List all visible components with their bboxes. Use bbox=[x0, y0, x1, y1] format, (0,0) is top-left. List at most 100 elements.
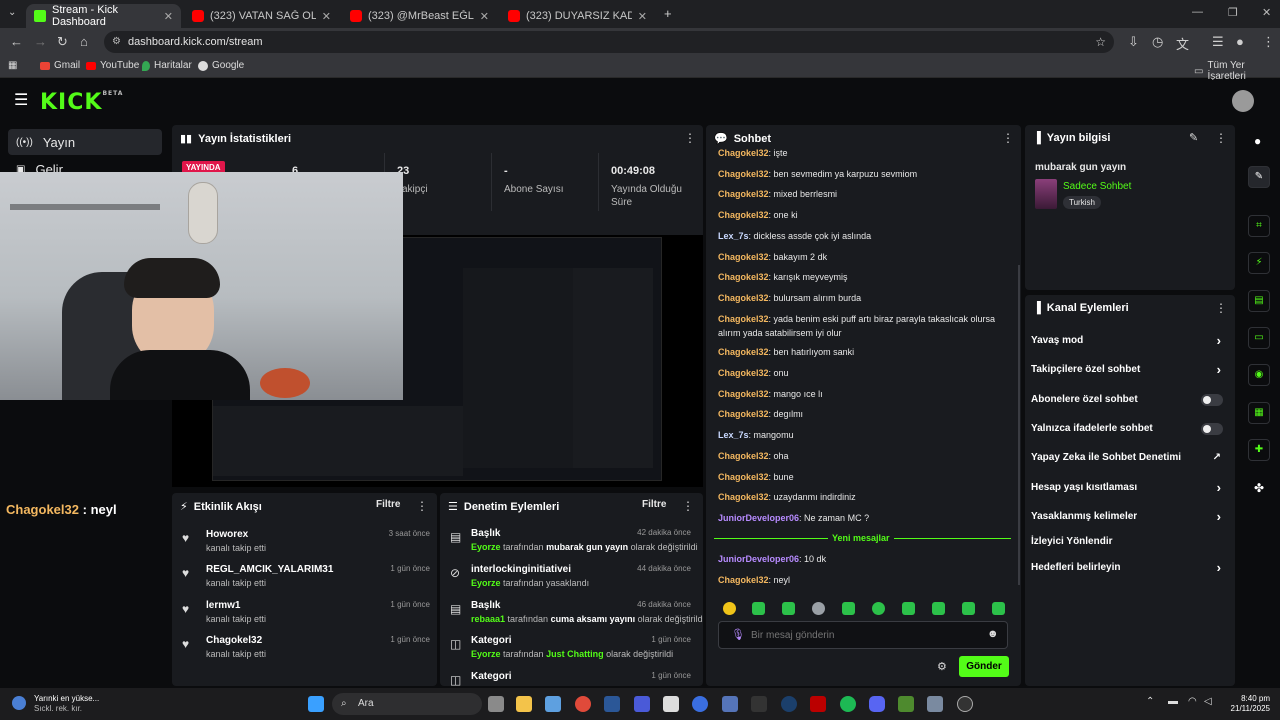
new-tab-icon[interactable]: + bbox=[664, 6, 672, 21]
chat-message[interactable]: JuniorDeveloper06: 10 dk bbox=[718, 554, 826, 564]
action-set-goals[interactable]: Hedefleri belirleyin › bbox=[1031, 560, 1225, 582]
chat-username[interactable]: Chagokel32 bbox=[718, 492, 769, 502]
filter-button[interactable]: Filtre bbox=[642, 499, 666, 510]
system-clock[interactable]: 8:40 pm 21/11/2025 bbox=[1226, 694, 1270, 714]
chat-message[interactable]: Chagokel32: yada benim eski puff artı bi… bbox=[718, 314, 995, 338]
action-account-age[interactable]: Hesap yaşı kısıtlaması › bbox=[1031, 480, 1225, 502]
emote-icon[interactable] bbox=[962, 602, 975, 615]
chat-message[interactable]: Chagokel32: karışık meyveymiş bbox=[718, 272, 848, 282]
chat-message[interactable]: Chagokel32: uzaydanmı indirdiniz bbox=[718, 492, 856, 502]
reload-icon[interactable]: ↻ bbox=[57, 34, 68, 50]
chat-message[interactable]: Chagokel32: ben hatırlıyom sanki bbox=[718, 347, 854, 357]
chat-username[interactable]: Lex_7s bbox=[718, 231, 749, 241]
close-tab-icon[interactable]: ✕ bbox=[638, 10, 647, 23]
tab-youtube-1[interactable]: (323) VATAN SAĞ OLSUN | Ma... ✕ bbox=[184, 4, 339, 28]
more-options-icon[interactable]: ⋮ bbox=[1002, 131, 1014, 145]
close-tab-icon[interactable]: ✕ bbox=[322, 10, 331, 23]
tray-chevron-icon[interactable]: ⌃ bbox=[1146, 696, 1154, 707]
obs-icon[interactable] bbox=[957, 696, 973, 712]
category-name[interactable]: Sadece Sohbet bbox=[1063, 181, 1131, 192]
word-icon[interactable] bbox=[604, 696, 620, 712]
chat-username[interactable]: Chagokel32 bbox=[718, 169, 769, 179]
send-button[interactable]: Gönder bbox=[959, 656, 1009, 677]
volume-icon[interactable]: ◁ bbox=[1204, 696, 1212, 707]
bookmark-google[interactable]: Google bbox=[198, 60, 244, 71]
chat-username[interactable]: JuniorDeveloper06 bbox=[718, 554, 799, 564]
bookmark-youtube[interactable]: YouTube bbox=[86, 60, 139, 71]
edit-layout-icon[interactable]: ✎ bbox=[1248, 166, 1270, 188]
chat-message[interactable]: Chagokel32: ben sevmedim ya karpuzu sevm… bbox=[718, 169, 917, 179]
emote-icon[interactable] bbox=[752, 602, 765, 615]
moderation-item[interactable]: ◫ Kategori 1 gün önce bbox=[448, 671, 691, 686]
chrome-icon[interactable] bbox=[575, 696, 591, 712]
downloads-icon[interactable]: ⇩ bbox=[1128, 34, 1139, 50]
chat-scrollbar[interactable] bbox=[1018, 265, 1020, 585]
forward-icon[interactable]: → bbox=[34, 34, 47, 49]
chat-message[interactable]: Chagokel32: mixed berrlesmi bbox=[718, 189, 837, 199]
edit-pencil-icon[interactable]: ✎ bbox=[1189, 131, 1198, 144]
more-options-icon[interactable]: ⋮ bbox=[416, 499, 428, 513]
chat-message[interactable]: Lex_7s: mangomu bbox=[718, 430, 794, 440]
crop-icon[interactable]: ⌗ bbox=[1248, 215, 1270, 237]
all-bookmarks[interactable]: ▭ Tüm Yer İşaretleri bbox=[1194, 60, 1280, 82]
chat-message[interactable]: Chagokel32: bune bbox=[718, 472, 794, 482]
moderation-item[interactable]: ▤ Başlık 42 dakika önce Eyorze tarafından m… bbox=[448, 528, 698, 560]
profile-icon[interactable]: ● bbox=[1236, 34, 1244, 49]
sidebar-item-yayin[interactable]: ((•)) Yayın bbox=[8, 129, 162, 155]
chat-username[interactable]: Chagokel32 bbox=[718, 210, 769, 220]
chat-username[interactable]: Chagokel32 bbox=[718, 252, 769, 262]
chat-username[interactable]: Chagokel32 bbox=[718, 347, 769, 357]
chat-message[interactable]: Chagokel32: işte bbox=[718, 148, 788, 158]
minecraft-icon[interactable] bbox=[898, 696, 914, 712]
network-icon[interactable]: ▬ bbox=[1168, 696, 1178, 707]
more-options-icon[interactable]: ⋮ bbox=[682, 499, 694, 513]
subscribers-only-toggle[interactable] bbox=[1201, 394, 1223, 406]
tab-kick-dashboard[interactable]: Stream - Kick Dashboard ✕ bbox=[26, 4, 181, 28]
translate-icon[interactable]: 文 bbox=[1176, 34, 1189, 53]
emote-icon[interactable] bbox=[842, 602, 855, 615]
chat-username[interactable]: Chagokel32 bbox=[718, 189, 769, 199]
home-icon[interactable]: ⌂ bbox=[80, 34, 88, 49]
chat-message[interactable]: Chagokel32: oha bbox=[718, 451, 789, 461]
epic-games-icon[interactable] bbox=[751, 696, 767, 712]
chat-username[interactable]: JuniorDeveloper06 bbox=[718, 513, 799, 523]
moderation-item[interactable]: ⊘ interlockinginitiativei 44 dakika önce Ey… bbox=[448, 564, 691, 596]
app-icon[interactable] bbox=[927, 696, 943, 712]
chat-message[interactable]: Chagokel32: bakayım 2 dk bbox=[718, 252, 827, 262]
action-raid[interactable]: İzleyici Yönlendir bbox=[1031, 536, 1225, 556]
maximize-icon[interactable]: ❐ bbox=[1228, 6, 1238, 19]
action-emotes-only[interactable]: Yalnızca ifadelerle sohbet bbox=[1031, 423, 1225, 443]
start-icon[interactable] bbox=[308, 696, 324, 712]
microphone-icon[interactable]: 🎙 bbox=[731, 628, 745, 641]
emote-icon[interactable] bbox=[932, 602, 945, 615]
emote-icon[interactable] bbox=[992, 602, 1005, 615]
chat-username[interactable]: Chagokel32 bbox=[718, 409, 769, 419]
kick-logo[interactable]: KICKBETA bbox=[40, 90, 123, 115]
history-icon[interactable]: ◷ bbox=[1152, 34, 1163, 50]
action-subscribers-only[interactable]: Abonelere özel sohbet bbox=[1031, 394, 1225, 414]
chat-icon[interactable]: ▭ bbox=[1248, 327, 1270, 349]
chat-username[interactable]: Chagokel32 bbox=[718, 451, 769, 461]
tab-search-icon[interactable]: ⌄ bbox=[8, 7, 16, 18]
activity-item[interactable]: ♥ REGL_AMCIK_YALARIM31 kanalı takip etti 1 … bbox=[180, 564, 430, 596]
discord-icon[interactable] bbox=[869, 696, 885, 712]
activity-item[interactable]: ♥ Howorex kanalı takip etti 3 saat önce bbox=[180, 529, 430, 561]
bookmark-maps[interactable]: Haritalar bbox=[142, 60, 192, 71]
broadcast-icon[interactable]: ◉ bbox=[1248, 364, 1270, 386]
chat-username[interactable]: Chagokel32 bbox=[718, 314, 769, 324]
chat-input[interactable] bbox=[751, 627, 971, 643]
menu-icon[interactable]: ⋮ bbox=[1262, 34, 1275, 50]
lightning-icon[interactable]: ⚡ bbox=[1248, 252, 1270, 274]
back-icon[interactable]: ← bbox=[10, 34, 23, 49]
store-icon[interactable] bbox=[545, 696, 561, 712]
emote-icon[interactable] bbox=[872, 602, 885, 615]
bookmark-gmail[interactable]: Gmail bbox=[40, 60, 80, 71]
chat-username[interactable]: Chagokel32 bbox=[718, 293, 769, 303]
puzzle-icon[interactable]: ✤ bbox=[1254, 481, 1264, 495]
site-info-icon[interactable]: ⚙ bbox=[112, 31, 121, 53]
chat-input-box[interactable]: 🎙 ☻ bbox=[718, 621, 1008, 649]
filter-button[interactable]: Filtre bbox=[376, 499, 400, 510]
action-slow-mode[interactable]: Yavaş mod › bbox=[1031, 333, 1225, 355]
chat-username[interactable]: Chagokel32 bbox=[718, 575, 769, 585]
chat-message[interactable]: Chagokel32: bulursam alırım burda bbox=[718, 293, 861, 303]
